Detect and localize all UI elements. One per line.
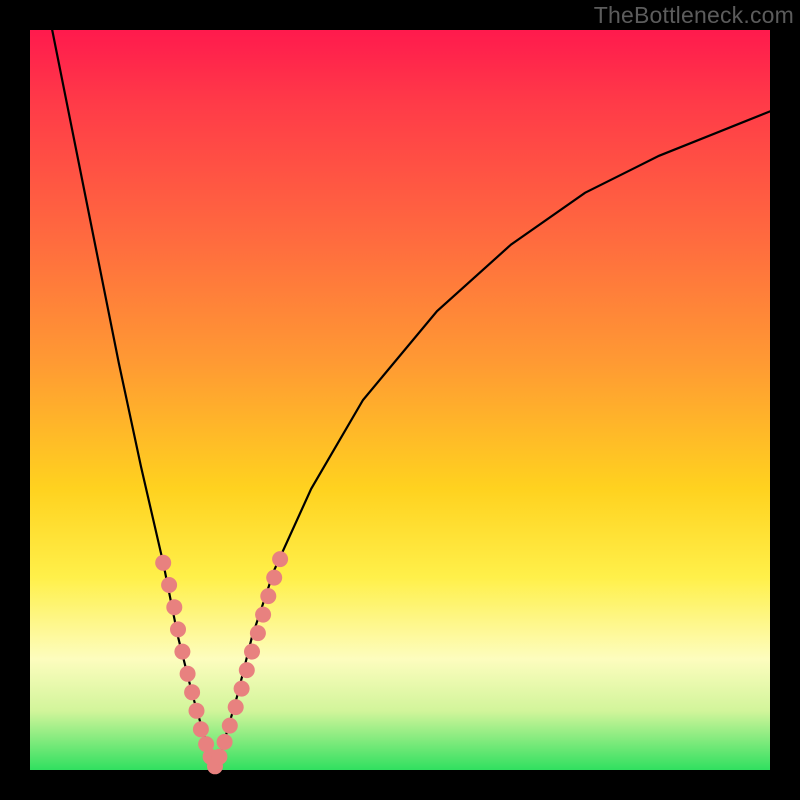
highlight-dot <box>166 599 182 615</box>
highlight-dot <box>170 621 186 637</box>
highlight-dot <box>217 734 233 750</box>
highlight-dot <box>161 577 177 593</box>
highlight-dot <box>193 721 209 737</box>
highlight-dot <box>203 749 219 765</box>
bottleneck-curve <box>52 30 770 770</box>
curve-svg <box>30 30 770 770</box>
highlight-dot <box>234 681 250 697</box>
highlight-dot <box>272 551 288 567</box>
watermark-text: TheBottleneck.com <box>594 2 794 29</box>
highlight-dot <box>184 684 200 700</box>
highlight-dot <box>222 718 238 734</box>
highlight-dots <box>155 551 288 774</box>
plot-area <box>30 30 770 770</box>
highlight-dot <box>180 666 196 682</box>
highlight-dot <box>266 570 282 586</box>
highlight-dot <box>260 588 276 604</box>
highlight-dot <box>198 736 214 752</box>
highlight-dot <box>244 644 260 660</box>
highlight-dot <box>174 644 190 660</box>
highlight-dot <box>211 749 227 765</box>
highlight-dot <box>207 758 223 774</box>
highlight-dot <box>255 607 271 623</box>
highlight-dot <box>228 699 244 715</box>
chart-frame: TheBottleneck.com <box>0 0 800 800</box>
highlight-dot <box>189 703 205 719</box>
highlight-dot <box>155 555 171 571</box>
highlight-dot <box>250 625 266 641</box>
highlight-dot <box>239 662 255 678</box>
